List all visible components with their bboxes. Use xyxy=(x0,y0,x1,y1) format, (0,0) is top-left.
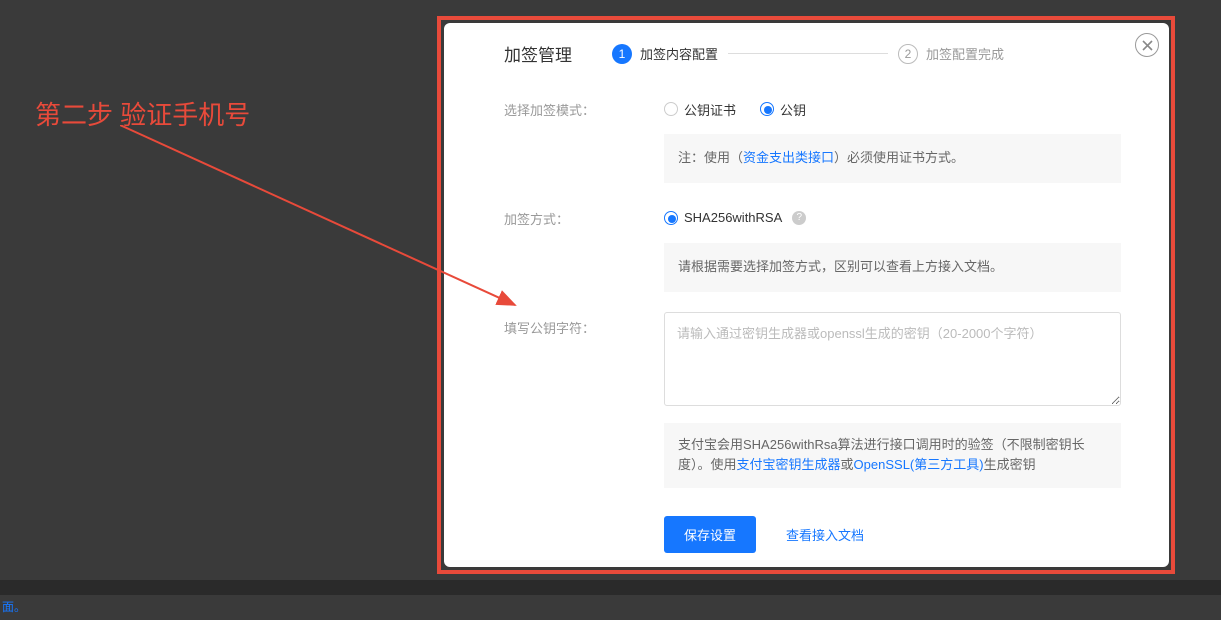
signing-modal: 加签管理 1 加签内容配置 2 加签配置完成 选择加签模式： 公钥证书 xyxy=(444,23,1169,567)
close-icon xyxy=(1142,40,1153,51)
help-p2: 生成密钥 xyxy=(984,457,1036,472)
step-2-circle: 2 xyxy=(898,44,918,64)
sign-mode-radio-group: 公钥证书 公钥 xyxy=(664,94,1121,124)
keygen-link[interactable]: 支付宝密钥生成器 xyxy=(737,457,841,472)
note-suffix: ）必须使用证书方式。 xyxy=(834,150,964,165)
row-sign-mode: 选择加签模式： 公钥证书 公钥 注：使用（资金支出类接口）必须使用证书方式。 xyxy=(504,94,1121,183)
label-sign-type: 加签方式： xyxy=(504,203,664,228)
footer-bar xyxy=(0,580,1221,595)
radio-icon xyxy=(664,211,678,225)
step-2: 2 加签配置完成 xyxy=(898,44,1004,64)
step-1-circle: 1 xyxy=(612,44,632,64)
note-prefix: 注：使用（ xyxy=(678,150,743,165)
radio-icon xyxy=(760,102,774,116)
sign-type-radio-group: SHA256withRSA ? xyxy=(664,203,1121,233)
stepper: 1 加签内容配置 2 加签配置完成 xyxy=(612,44,1004,64)
radio-publickey-label: 公钥 xyxy=(780,100,806,119)
sign-type-note: 请根据需要选择加签方式，区别可以查看上方接入文档。 xyxy=(664,243,1121,292)
public-key-textarea[interactable] xyxy=(664,312,1121,406)
close-button[interactable] xyxy=(1135,33,1159,57)
save-button[interactable]: 保存设置 xyxy=(664,516,756,553)
modal-title: 加签管理 xyxy=(504,41,572,66)
fund-api-link[interactable]: 资金支出类接口 xyxy=(743,150,834,165)
step-2-label: 加签配置完成 xyxy=(926,44,1004,63)
footer-text: 面。 xyxy=(2,598,26,615)
step-line xyxy=(728,53,888,54)
radio-publickey[interactable]: 公钥 xyxy=(760,100,806,119)
annotation-step2-text: 第二步 验证手机号 xyxy=(35,95,250,132)
radio-sha256-label: SHA256withRSA xyxy=(684,210,782,225)
public-key-help: 支付宝会用SHA256withRsa算法进行接口调用时的验签（不限制密钥长度）。… xyxy=(664,423,1121,489)
radio-icon xyxy=(664,102,678,116)
modal-header: 加签管理 1 加签内容配置 2 加签配置完成 xyxy=(444,23,1169,84)
radio-sha256[interactable]: SHA256withRSA ? xyxy=(664,210,806,225)
help-mid: 或 xyxy=(841,457,854,472)
sign-mode-note: 注：使用（资金支出类接口）必须使用证书方式。 xyxy=(664,134,1121,183)
step-1: 1 加签内容配置 xyxy=(612,44,718,64)
radio-cert[interactable]: 公钥证书 xyxy=(664,100,736,119)
button-row: 保存设置 查看接入文档 xyxy=(664,516,1121,553)
radio-cert-label: 公钥证书 xyxy=(684,100,736,119)
row-sign-type: 加签方式： SHA256withRSA ? 请根据需要选择加签方式，区别可以查看… xyxy=(504,203,1121,292)
help-icon[interactable]: ? xyxy=(792,211,806,225)
label-public-key: 填写公钥字符： xyxy=(504,312,664,337)
row-public-key: 填写公钥字符： 支付宝会用SHA256withRsa算法进行接口调用时的验签（不… xyxy=(504,312,1121,554)
label-sign-mode: 选择加签模式： xyxy=(504,94,664,119)
modal-body: 选择加签模式： 公钥证书 公钥 注：使用（资金支出类接口）必须使用证书方式。 xyxy=(444,84,1169,567)
openssl-link[interactable]: OpenSSL(第三方工具) xyxy=(854,457,984,472)
view-doc-link[interactable]: 查看接入文档 xyxy=(786,525,864,544)
step-1-label: 加签内容配置 xyxy=(640,44,718,63)
